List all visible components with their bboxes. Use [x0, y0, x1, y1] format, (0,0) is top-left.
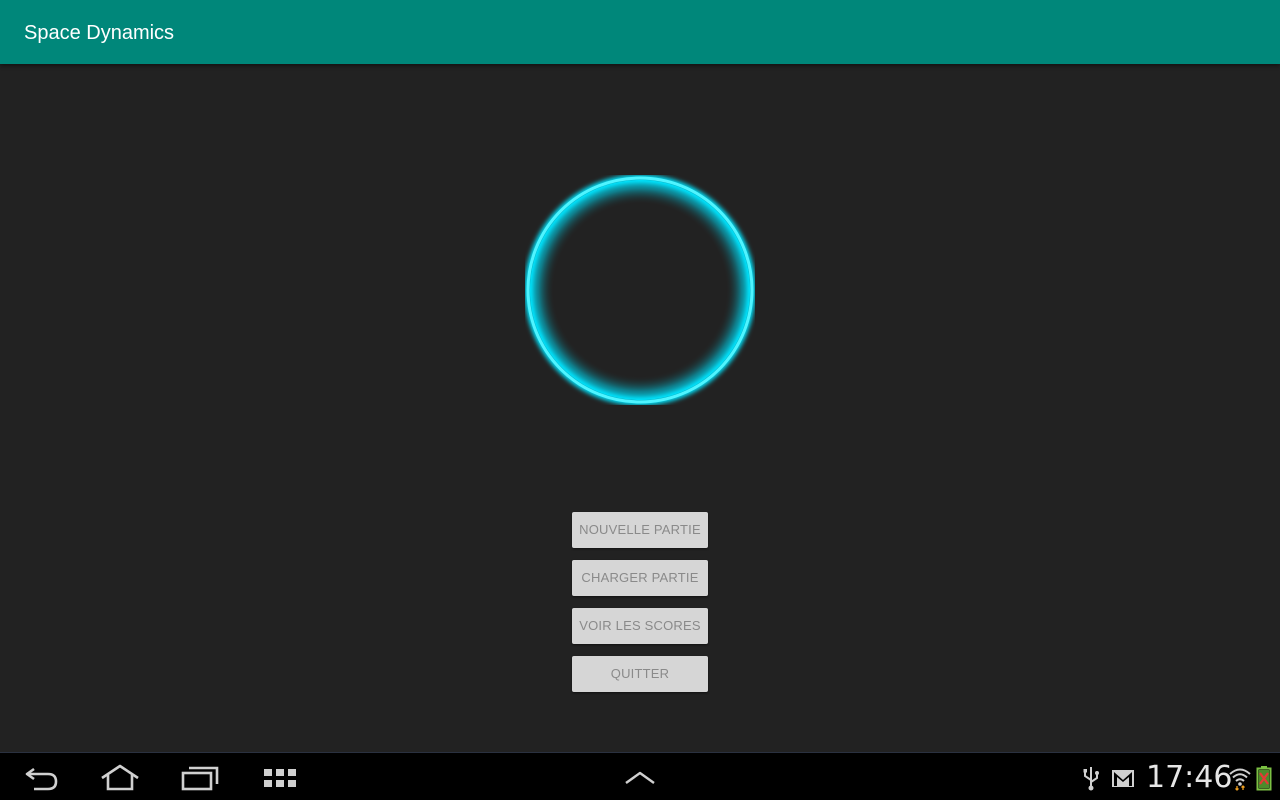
glowing-ring-icon: [525, 175, 755, 405]
wifi-icon: [1229, 768, 1251, 791]
main-menu: NOUVELLE PARTIE CHARGER PARTIE VOIR LES …: [572, 512, 708, 704]
home-icon[interactable]: [100, 763, 140, 791]
view-scores-button[interactable]: VOIR LES SCORES: [572, 608, 708, 644]
gmail-icon: [1112, 770, 1134, 787]
app-grid-icon[interactable]: [260, 763, 300, 791]
chevron-up-icon[interactable]: [620, 763, 660, 791]
load-game-button[interactable]: CHARGER PARTIE: [572, 560, 708, 596]
usb-icon: [1083, 767, 1099, 791]
quit-button[interactable]: QUITTER: [572, 656, 708, 692]
app-bar: Space Dynamics: [0, 0, 1280, 64]
main-content: NOUVELLE PARTIE CHARGER PARTIE VOIR LES …: [0, 64, 1280, 752]
system-navigation-bar: 17:46: [0, 752, 1280, 800]
battery-icon: [1256, 766, 1272, 791]
back-icon[interactable]: [22, 763, 62, 791]
app-title: Space Dynamics: [24, 22, 175, 44]
new-game-button[interactable]: NOUVELLE PARTIE: [572, 512, 708, 548]
recent-apps-icon[interactable]: [180, 763, 220, 791]
status-clock: 17:46: [1146, 760, 1233, 795]
